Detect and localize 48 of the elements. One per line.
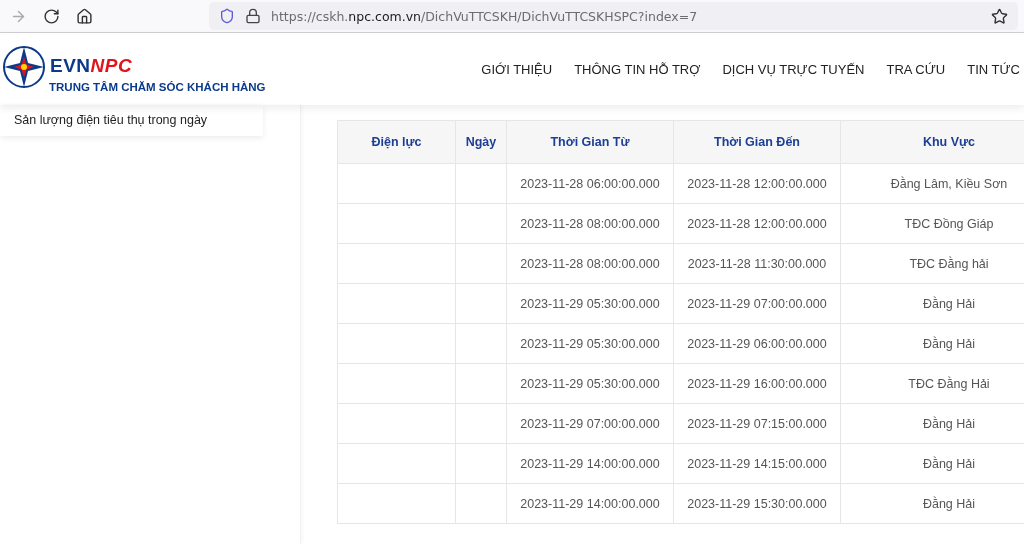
- table-cell: [455, 443, 507, 484]
- table-cell: [455, 403, 507, 444]
- lock-icon[interactable]: [245, 8, 261, 24]
- column-header: Điện lực: [337, 120, 456, 164]
- table-cell: 2023-11-28 12:00:00.000: [673, 163, 841, 204]
- table-cell: 2023-11-29 16:00:00.000: [673, 363, 841, 404]
- column-header: Khu Vực: [840, 120, 1024, 164]
- table-cell: [455, 243, 507, 284]
- table-cell: 2023-11-28 08:00:00.000: [506, 243, 674, 284]
- table-cell: 2023-11-29 05:30:00.000: [506, 283, 674, 324]
- logo-icon: [2, 45, 46, 89]
- home-icon[interactable]: [76, 7, 93, 25]
- table-cell: 2023-11-28 11:30:00.000: [673, 243, 841, 284]
- nav-link[interactable]: GIỚI THIỆU: [481, 61, 553, 77]
- reload-icon[interactable]: [43, 7, 60, 25]
- table-cell: 2023-11-29 15:30:00.000: [673, 483, 841, 524]
- table-cell: 2023-11-29 05:30:00.000: [506, 363, 674, 404]
- table-cell: 2023-11-29 06:00:00.000: [673, 323, 841, 364]
- column-header: Ngày: [455, 120, 507, 164]
- table-cell: [455, 283, 507, 324]
- table-cell: 2023-11-28 06:00:00.000: [506, 163, 674, 204]
- logo-text: EVNNPC: [50, 55, 134, 77]
- table-cell: [455, 323, 507, 364]
- table-cell: 2023-11-29 14:00:00.000: [506, 483, 674, 524]
- table-cell: 2023-11-29 14:15:00.000: [673, 443, 841, 484]
- table-cell: [455, 163, 507, 204]
- nav-link[interactable]: THÔNG TIN HỖ TRỢ: [574, 61, 701, 77]
- address-bar[interactable]: https://cskh.npc.com.vn/DichVuTTCSKH/DichVuTTCSKHSPC?index=7: [209, 2, 1018, 30]
- table-cell: 2023-11-29 14:00:00.000: [506, 443, 674, 484]
- table-cell: 2023-11-28 12:00:00.000: [673, 203, 841, 244]
- nav-link[interactable]: TIN TỨC: [967, 61, 1020, 77]
- sidebar-item[interactable]: Sản lượng điện tiêu thụ trong ngày: [14, 113, 208, 127]
- table-cell: 2023-11-29 07:00:00.000: [506, 403, 674, 444]
- table-cell: 2023-11-28 08:00:00.000: [506, 203, 674, 244]
- table-cell: 2023-11-29 05:30:00.000: [506, 323, 674, 364]
- table-cell: [455, 363, 507, 404]
- table-cell: [455, 483, 507, 524]
- url-text: https://cskh.npc.com.vn/DichVuTTCSKH/DichVuTTCSKHSPC?index=7: [271, 8, 699, 24]
- logo-subtitle: TRUNG TÂM CHĂM SÓC KHÁCH HÀNG: [49, 81, 266, 93]
- column-header: Thời Gian Từ: [506, 120, 674, 164]
- table-cell: 2023-11-29 07:00:00.000: [673, 283, 841, 324]
- table-cell: 2023-11-29 07:15:00.000: [673, 403, 841, 444]
- table-cell: [455, 203, 507, 244]
- nav-link[interactable]: DỊCH VỤ TRỰC TUYẾN: [722, 61, 865, 77]
- shield-icon[interactable]: [219, 8, 235, 24]
- column-header: Thời Gian Đến: [673, 120, 841, 164]
- nav-link[interactable]: TRA CỨU: [886, 61, 946, 77]
- bookmark-star-icon[interactable]: [991, 7, 1008, 25]
